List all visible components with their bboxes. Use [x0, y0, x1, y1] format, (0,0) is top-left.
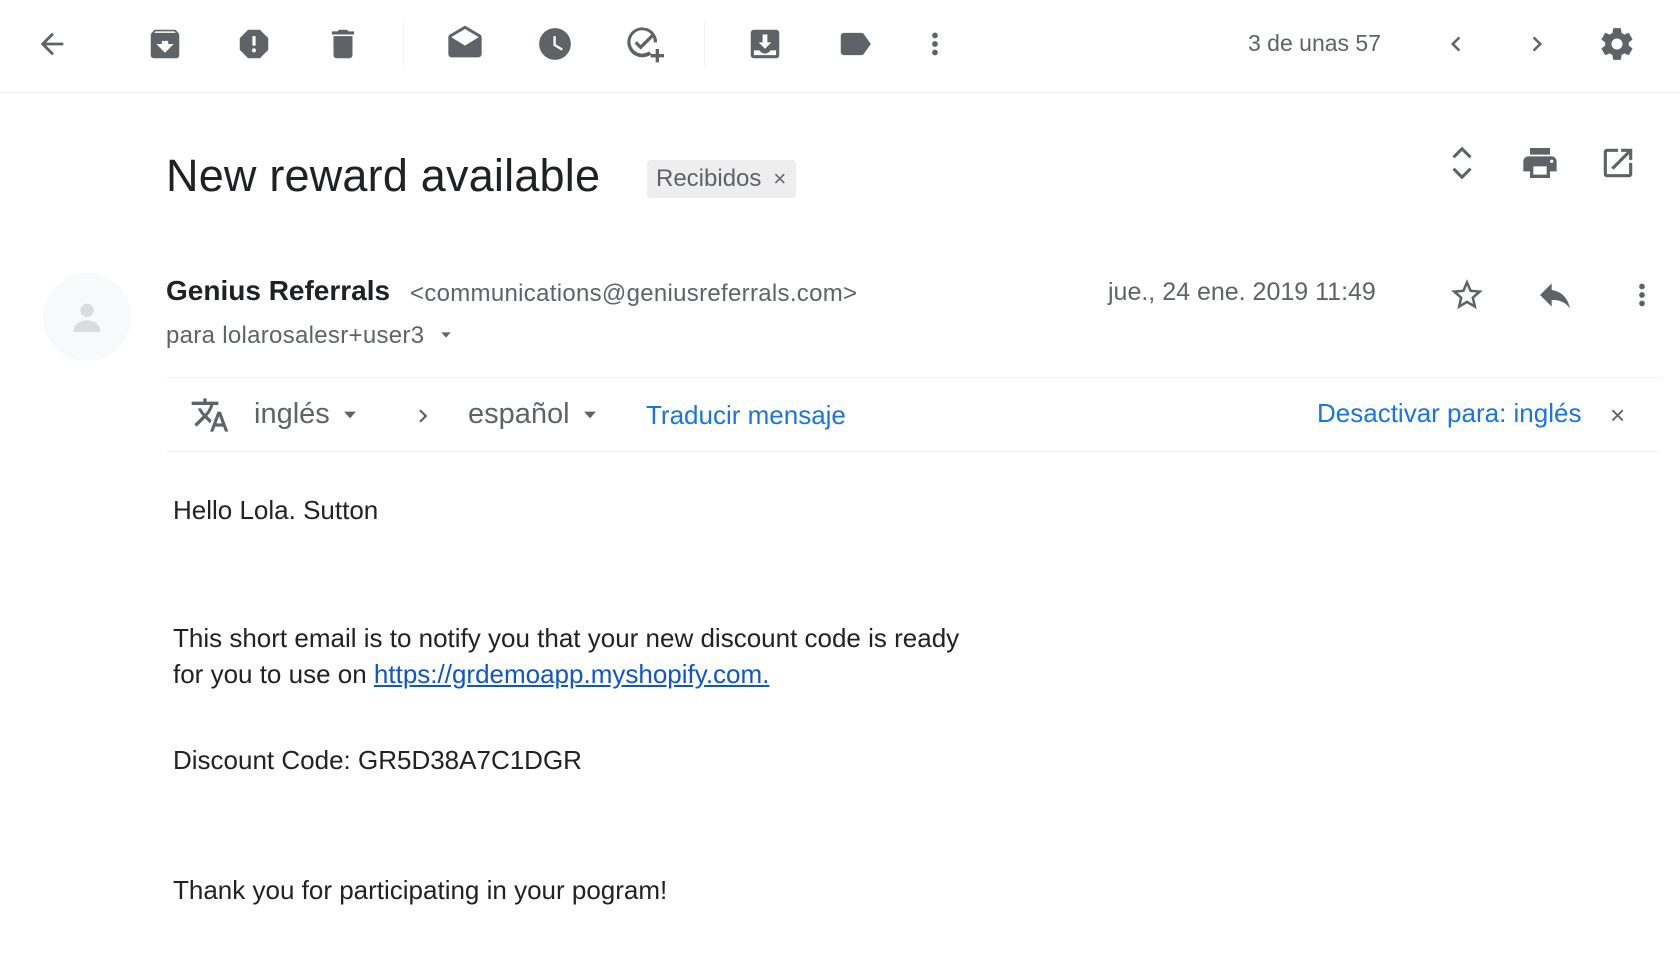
translate-icon [190, 395, 230, 440]
add-task-icon[interactable] [624, 24, 664, 64]
email-subject: New reward available [166, 150, 601, 201]
chevron-right-icon[interactable] [1517, 24, 1557, 64]
sender-name[interactable]: Genius Referrals [166, 275, 390, 307]
sender-email: <communications@geniusreferrals.com> [410, 280, 858, 307]
star-icon[interactable] [1447, 275, 1487, 315]
print-icon[interactable] [1520, 143, 1560, 183]
translate-bar: inglés español Traducir mensaje Desactiv… [166, 377, 1662, 452]
toolbar-divider [704, 22, 705, 66]
recipient-text: para lolarosalesr+user3 [166, 322, 425, 349]
archive-icon[interactable] [145, 24, 185, 64]
dropdown-arrow-icon [343, 411, 356, 418]
more-vert-icon[interactable] [915, 24, 955, 64]
delete-icon[interactable] [323, 24, 363, 64]
toolbar-divider [403, 22, 404, 66]
snooze-icon[interactable] [535, 24, 575, 64]
message-date: jue., 24 ene. 2019 11:49 [1108, 278, 1376, 306]
body-paragraph: This short email is to notify you that y… [173, 620, 959, 692]
reply-icon[interactable] [1535, 275, 1575, 315]
translate-message-link[interactable]: Traducir mensaje [646, 400, 846, 431]
body-line-1: This short email is to notify you that y… [173, 623, 960, 653]
remove-label-button[interactable]: × [773, 166, 786, 192]
source-language-label: inglés [254, 398, 330, 430]
body-thanks: Thank you for participating in your pogr… [173, 875, 668, 905]
close-translate-bar-button[interactable]: × [1610, 400, 1625, 431]
chevron-right-icon [410, 403, 436, 434]
mark-unread-icon[interactable] [445, 24, 485, 64]
report-spam-icon[interactable] [234, 24, 274, 64]
back-arrow-icon[interactable] [32, 24, 72, 64]
avatar[interactable] [43, 273, 131, 361]
discount-code-text: Discount Code: GR5D38A7C1DGR [173, 745, 582, 775]
gear-icon[interactable] [1597, 24, 1637, 64]
inbox-label-chip[interactable]: Recibidos × [647, 160, 797, 198]
expand-all-icon[interactable] [1442, 143, 1482, 183]
body-line-2: for you to use on https://grdemoapp.mysh… [173, 656, 959, 692]
recipient-line: para lolarosalesr+user3 [166, 322, 454, 350]
chevron-left-icon[interactable] [1436, 24, 1476, 64]
label-icon[interactable] [835, 24, 875, 64]
move-to-icon[interactable] [745, 24, 785, 64]
open-in-new-window-icon[interactable] [1598, 143, 1638, 183]
target-language-label: español [468, 398, 570, 430]
message-more-vert-icon[interactable] [1622, 275, 1662, 315]
person-icon [73, 303, 101, 332]
label-chip-text: Recibidos [656, 165, 762, 192]
source-language-dropdown[interactable]: inglés [254, 398, 360, 431]
toolbar: 3 de unas 57 [0, 0, 1680, 93]
disable-translation-link[interactable]: Desactivar para: inglés [1317, 398, 1581, 429]
dropdown-arrow-icon [583, 411, 596, 418]
body-greeting: Hello Lola. Sutton [173, 495, 379, 525]
body-line-2-prefix: for you to use on [173, 659, 374, 689]
shop-link[interactable]: https://grdemoapp.myshopify.com. [374, 659, 769, 689]
message-counter: 3 de unas 57 [1248, 30, 1382, 56]
target-language-dropdown[interactable]: español [468, 398, 600, 431]
recipient-details-dropdown-icon[interactable] [438, 322, 454, 350]
